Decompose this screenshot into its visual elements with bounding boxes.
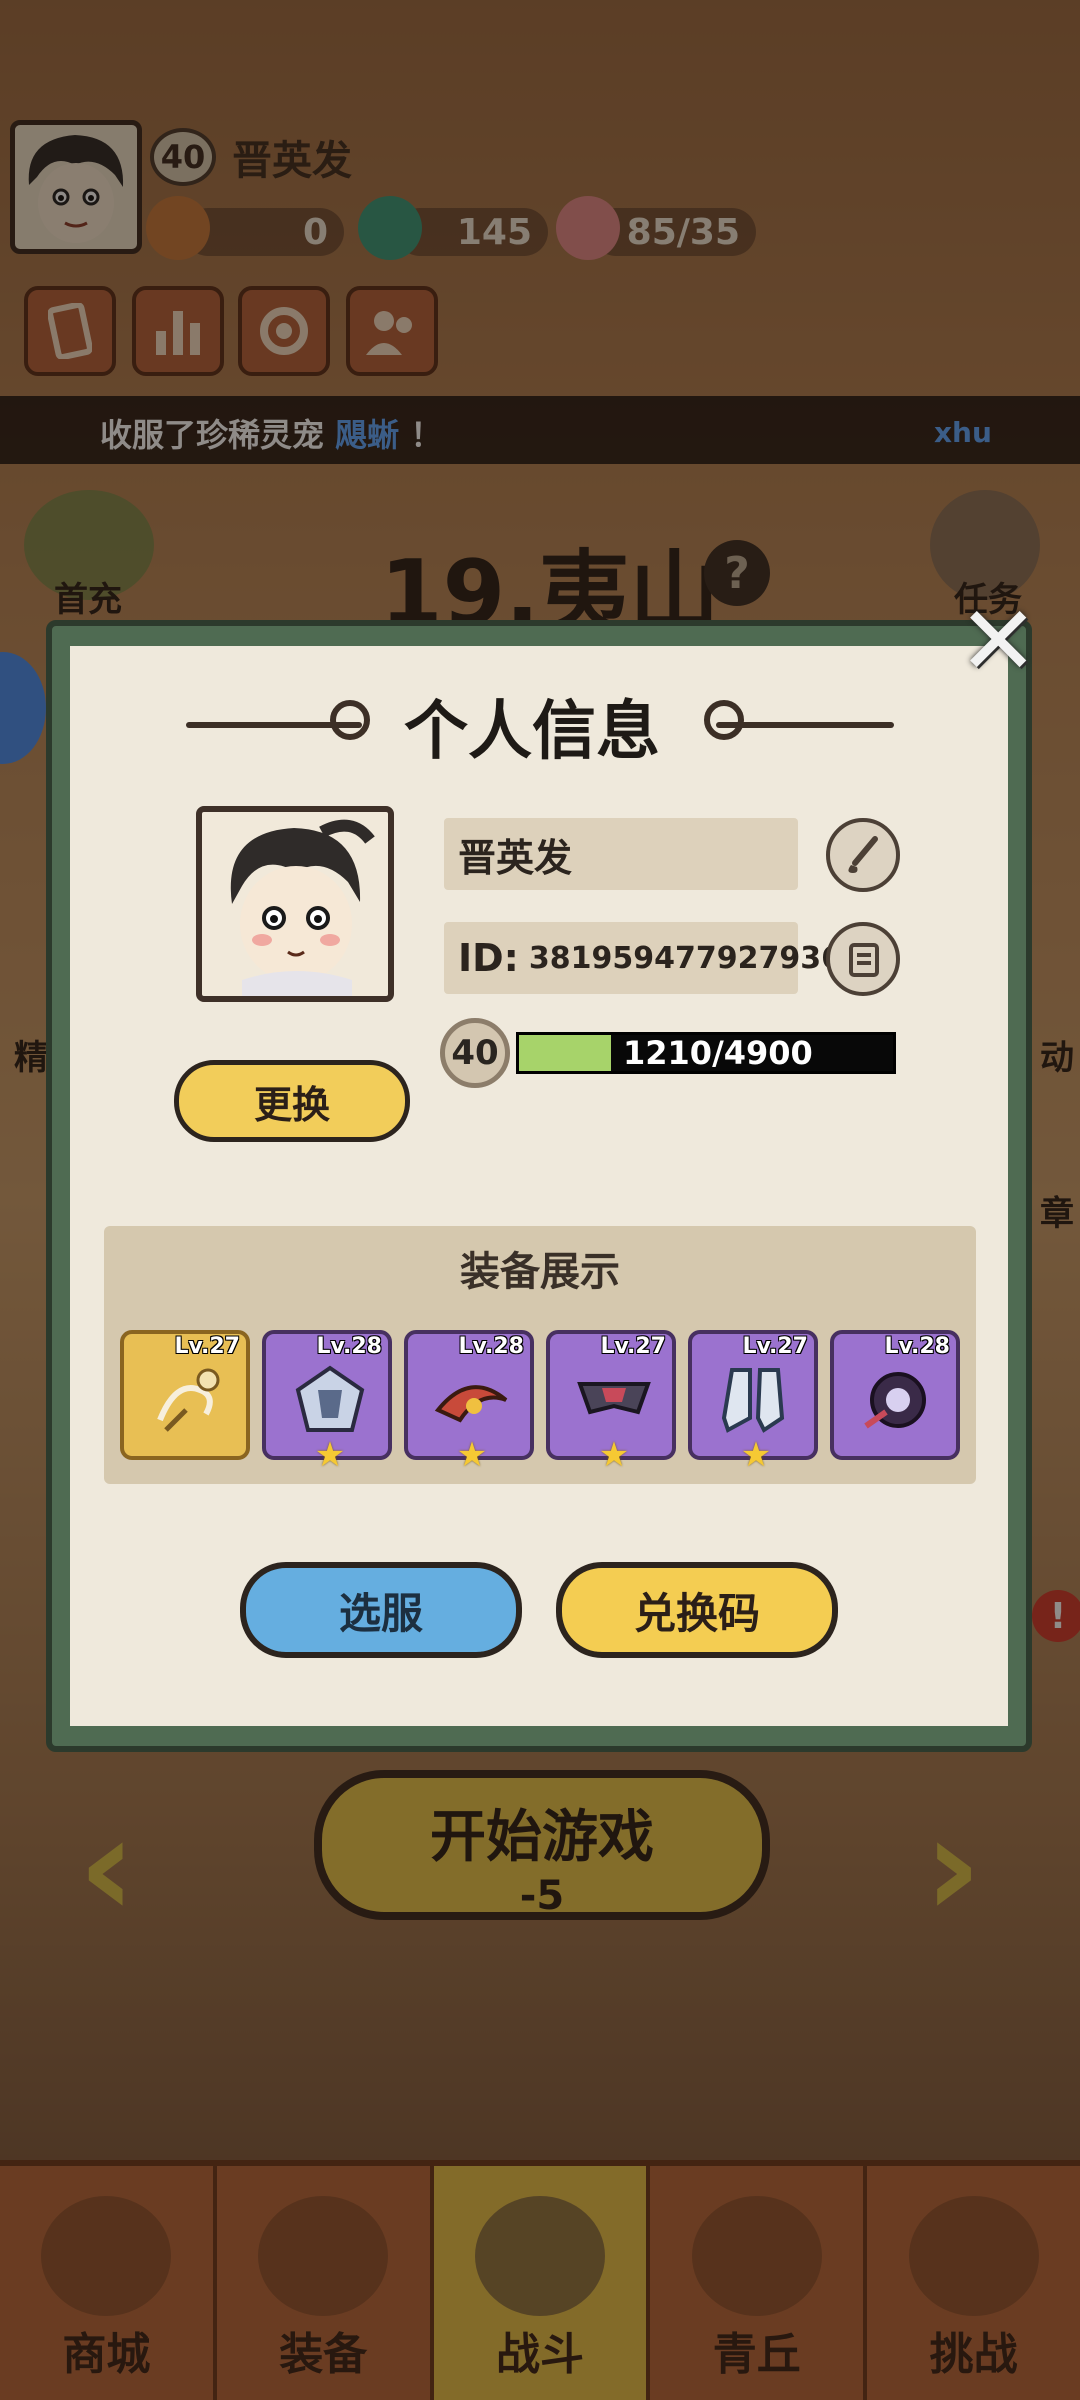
select-server-button[interactable]: 选服 [240, 1562, 522, 1658]
title-ornament-right [716, 722, 894, 728]
id-value: 381959477927936 [528, 940, 843, 976]
title-curl-left-icon [330, 700, 370, 740]
id-prefix: ID: [458, 936, 519, 980]
equipment-title: 装备展示 [460, 1249, 620, 1295]
star-icon: ★ [598, 1435, 630, 1475]
equipment-level: Lv.27 [174, 1334, 240, 1359]
xp-text: 1210/4900 [623, 1034, 813, 1072]
star-icon: ★ [456, 1435, 488, 1475]
title-curl-right-icon [704, 700, 744, 740]
xp-progress-bar: 1210/4900 [516, 1032, 896, 1074]
redeem-code-button[interactable]: 兑换码 [556, 1562, 838, 1658]
orb-ring-icon [864, 1372, 926, 1429]
portrait-icon [230, 819, 375, 996]
rename-brush-icon[interactable] [826, 818, 900, 892]
equipment-level: Lv.28 [458, 1334, 524, 1359]
red-sash-icon [434, 1385, 508, 1423]
shoulder-armor-icon [295, 1365, 365, 1432]
modal-title: 个人信息 [404, 695, 660, 769]
close-icon[interactable]: ✕ [958, 593, 1038, 689]
xp-progress-fill [519, 1035, 612, 1071]
equipment-level: Lv.27 [742, 1334, 808, 1359]
profile-avatar[interactable] [196, 806, 394, 1002]
golden-whip-icon [157, 1368, 220, 1432]
equipment-slot[interactable]: Lv.28 ★ [404, 1330, 534, 1472]
equipment-slot[interactable]: Lv.28 ★ [262, 1330, 392, 1472]
copy-icon[interactable] [826, 922, 900, 996]
star-icon: ★ [740, 1435, 772, 1475]
level-badge: 40 [440, 1018, 510, 1088]
belt-icon [577, 1382, 651, 1415]
equipment-level: Lv.28 [316, 1334, 382, 1359]
equipment-level: Lv.27 [600, 1334, 666, 1359]
equipment-slot[interactable]: Lv.27 [120, 1330, 250, 1460]
profile-modal [46, 620, 1032, 1752]
equipment-slot[interactable]: Lv.27 ★ [546, 1330, 676, 1472]
player-id-field: ID: 381959477927936 [444, 922, 842, 994]
equipment-level: Lv.28 [884, 1334, 950, 1359]
player-name-field: 晋英发 [444, 818, 798, 890]
equipment-slot[interactable]: Lv.28 [830, 1330, 960, 1460]
change-avatar-button[interactable]: 更换 [174, 1060, 410, 1142]
star-icon: ★ [314, 1435, 346, 1475]
boots-icon [721, 1368, 785, 1433]
equipment-slot[interactable]: Lv.27 ★ [688, 1330, 818, 1472]
